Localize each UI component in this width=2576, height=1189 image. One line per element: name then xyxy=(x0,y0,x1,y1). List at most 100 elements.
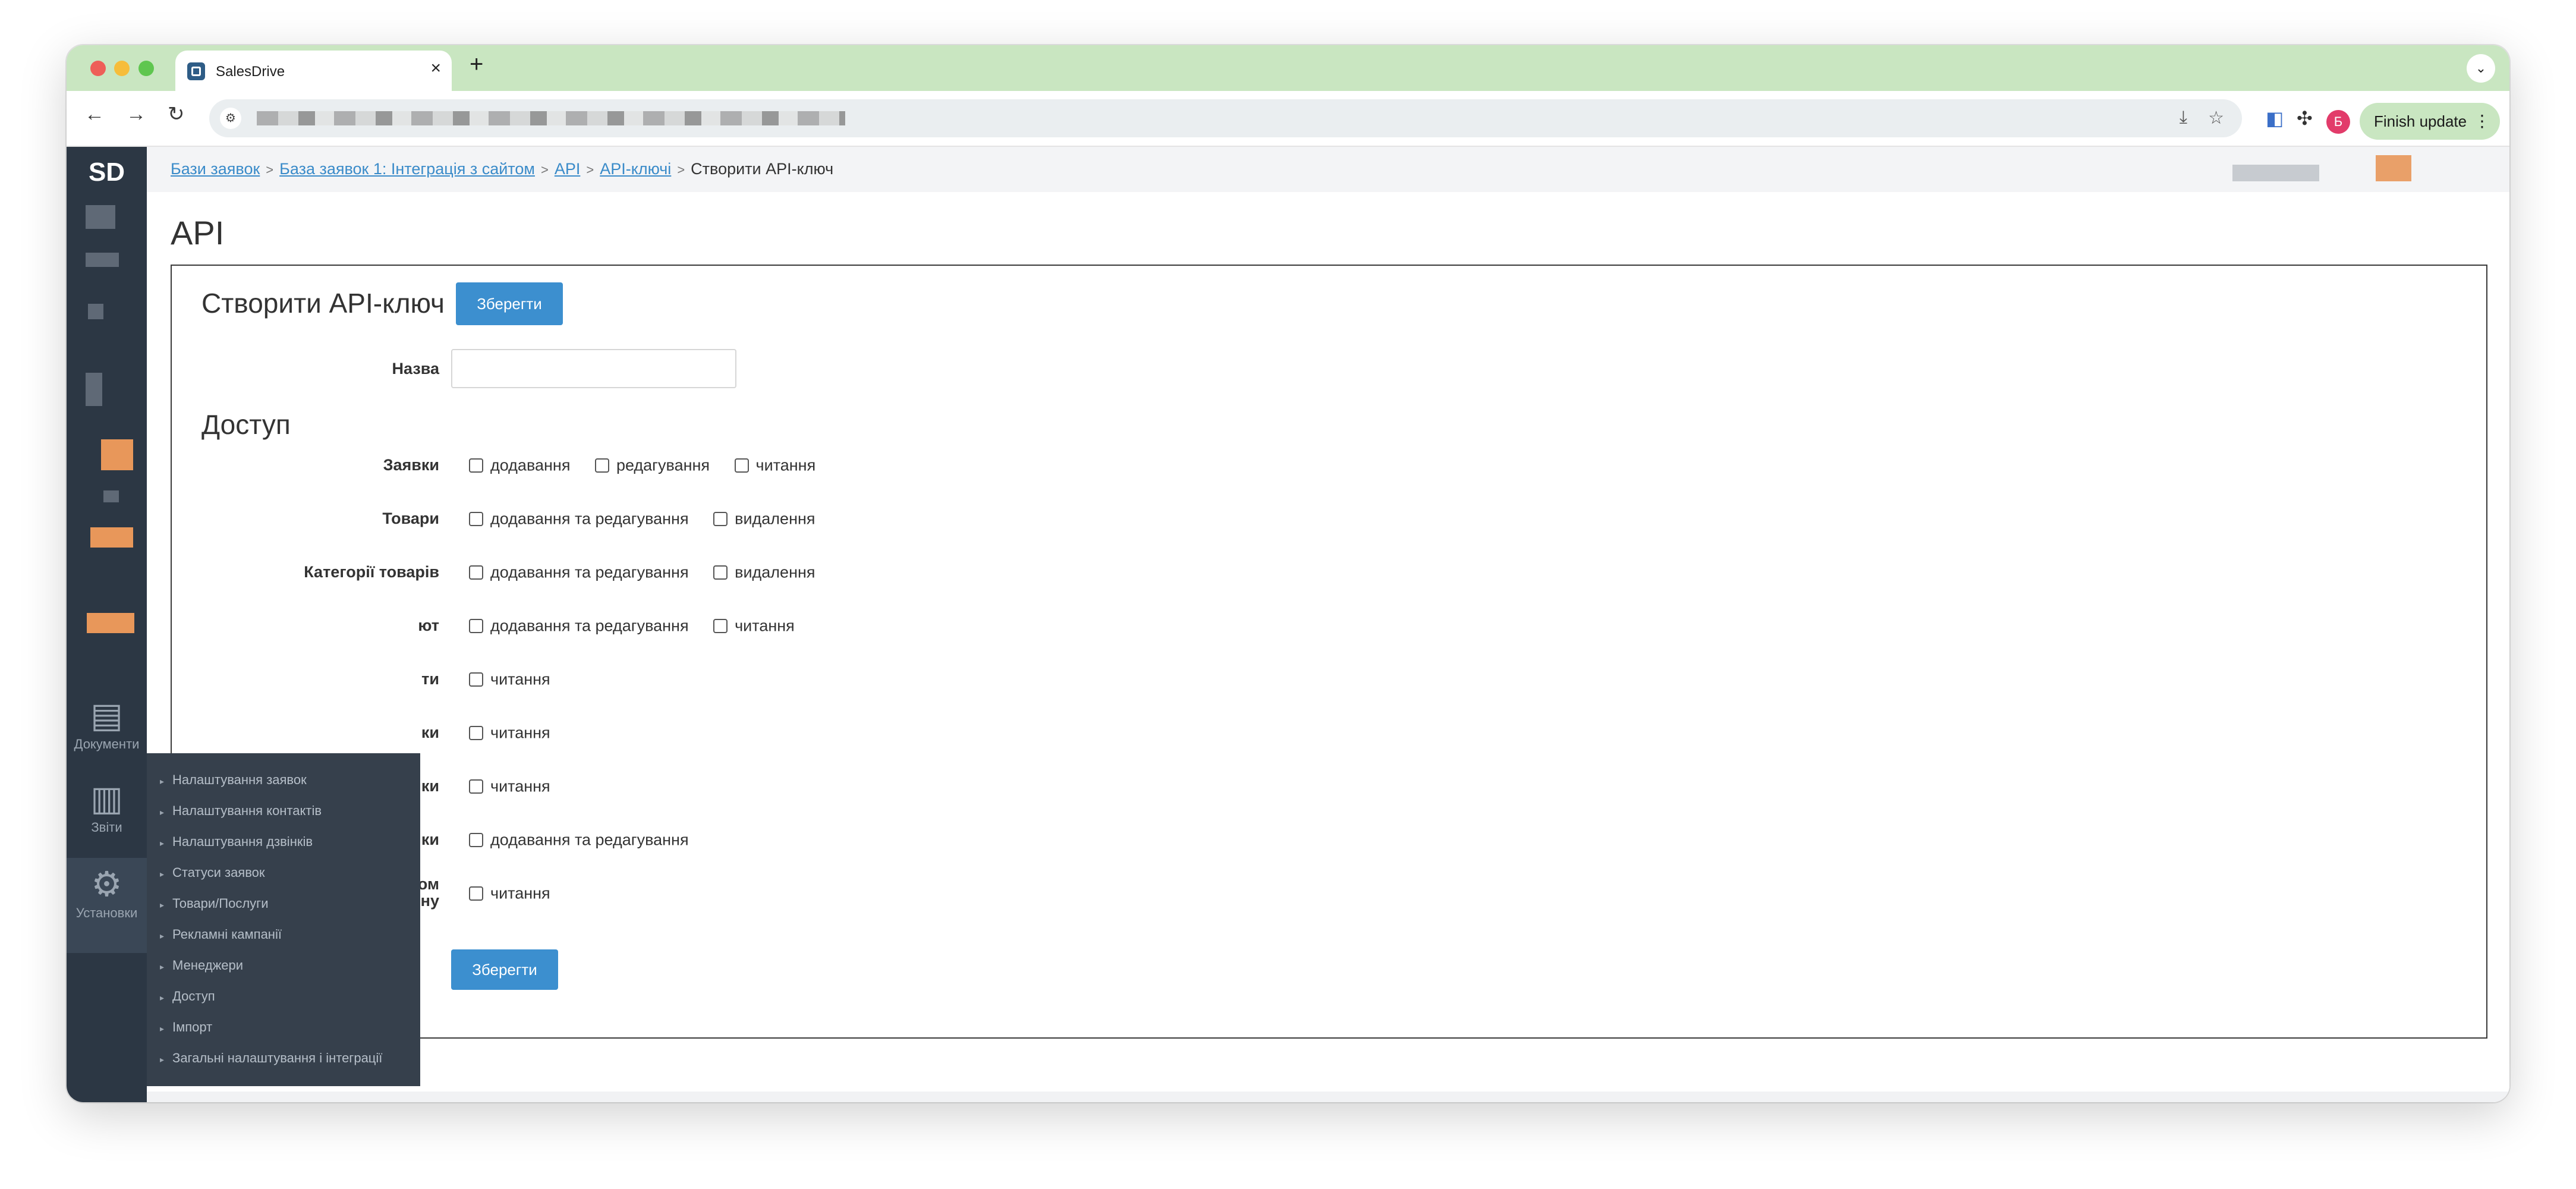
permission-option[interactable]: видалення xyxy=(713,562,815,581)
translate-extension-icon[interactable]: ◧ xyxy=(2266,107,2284,130)
header-redacted-user[interactable] xyxy=(2232,165,2319,181)
permission-label-orders: Заявки xyxy=(383,456,439,474)
flyout-item-managers[interactable]: ▸ Менеджери xyxy=(160,958,243,973)
tab-close-icon[interactable]: × xyxy=(430,59,441,77)
checkbox[interactable] xyxy=(469,618,483,633)
checkbox[interactable] xyxy=(713,618,728,633)
api-key-form-panel: Створити API-ключ Зберегти Назва Доступ … xyxy=(171,265,2487,1039)
bookmark-star-icon[interactable]: ☆ xyxy=(2208,108,2224,128)
site-info-icon[interactable]: ⚙ xyxy=(220,108,241,129)
breadcrumb-link[interactable]: Бази заявок xyxy=(171,160,260,178)
finish-update-label: Finish update xyxy=(2374,112,2467,130)
checkbox[interactable] xyxy=(469,511,483,526)
permission-option[interactable]: додавання та редагування xyxy=(469,830,689,849)
browser-toolbar: ← → ↻ ⚙ ⤓ ☆ ◧ ✣ Б Finish update ⋮ xyxy=(67,91,2509,147)
page-footer-strip xyxy=(147,1092,2509,1102)
checkbox[interactable] xyxy=(469,458,483,473)
maximize-window-button[interactable] xyxy=(138,61,154,76)
sidebar-redacted-icon[interactable] xyxy=(87,613,134,633)
checkbox[interactable] xyxy=(594,458,609,473)
permission-option[interactable]: читання xyxy=(713,616,795,635)
app-logo[interactable]: SD xyxy=(67,158,147,187)
breadcrumb-link[interactable]: API-ключі xyxy=(600,160,671,178)
bullet-arrow-icon: ▸ xyxy=(160,1055,165,1064)
sidebar-item-settings[interactable]: ⚙ Установки xyxy=(67,858,147,953)
bullet-arrow-icon: ▸ xyxy=(160,931,165,940)
permission-option[interactable]: додавання та редагування xyxy=(469,509,689,528)
save-button-bottom[interactable]: Зберегти xyxy=(451,949,558,990)
forward-button[interactable]: → xyxy=(126,104,146,124)
checkbox[interactable] xyxy=(469,672,483,687)
permission-option[interactable]: читання xyxy=(469,883,550,902)
permission-row: додавання та редагування читання xyxy=(469,615,815,635)
browser-window: SalesDrive × + ⌄ ← → ↻ ⚙ ⤓ ☆ ◧ ✣ Б Finis… xyxy=(67,45,2509,1102)
permission-row: додавання та редагування xyxy=(469,829,709,849)
sidebar-redacted-icon[interactable] xyxy=(101,439,133,470)
close-window-button[interactable] xyxy=(90,61,106,76)
new-tab-button[interactable]: + xyxy=(470,52,483,76)
permission-option[interactable]: читання xyxy=(469,669,550,688)
url-text-redacted xyxy=(257,111,845,125)
sidebar-redacted-icon[interactable] xyxy=(88,304,103,319)
flyout-item-import[interactable]: ▸ Імпорт xyxy=(160,1020,212,1035)
sidebar-redacted-icon[interactable] xyxy=(86,253,119,267)
checkbox[interactable] xyxy=(469,779,483,794)
permission-option[interactable]: видалення xyxy=(713,509,815,528)
more-menu-icon: ⋮ xyxy=(2474,112,2490,130)
checkbox[interactable] xyxy=(469,725,483,740)
header-redacted-badge[interactable] xyxy=(2376,155,2411,181)
permission-option[interactable]: читання xyxy=(734,455,815,474)
flyout-item-order-statuses[interactable]: ▸ Статуси заявок xyxy=(160,865,265,880)
permission-option[interactable]: додавання та редагування xyxy=(469,562,689,581)
sidebar-redacted-icon[interactable] xyxy=(103,490,119,502)
name-input[interactable] xyxy=(451,349,736,388)
flyout-item-products-services[interactable]: ▸ Товари/Послуги xyxy=(160,896,269,911)
finish-update-button[interactable]: Finish update ⋮ xyxy=(2360,103,2500,140)
browser-tab[interactable]: SalesDrive × xyxy=(175,51,452,91)
settings-flyout-menu: ▸ Налаштування заявок ▸ Налаштування конта… xyxy=(147,753,420,1086)
breadcrumb-link[interactable]: API xyxy=(555,160,581,178)
profile-avatar[interactable]: Б xyxy=(2326,110,2350,134)
checkbox[interactable] xyxy=(469,832,483,847)
main-content: Бази заявок > База заявок 1: Інтеграція з … xyxy=(147,147,2509,1102)
name-label: Назва xyxy=(392,360,439,378)
minimize-window-button[interactable] xyxy=(114,61,130,76)
sidebar-item-reports[interactable]: ▥ Звіти xyxy=(67,778,147,835)
permission-option[interactable]: читання xyxy=(469,723,550,742)
bullet-arrow-icon: ▸ xyxy=(160,1024,165,1033)
sidebar-redacted-icon[interactable] xyxy=(86,373,102,406)
sidebar-item-documents[interactable]: ▤ Документи xyxy=(67,695,147,752)
install-app-icon[interactable]: ⤓ xyxy=(2180,108,2187,128)
breadcrumb-link[interactable]: База заявок 1: Інтеграція з сайтом xyxy=(279,160,535,178)
checkbox[interactable] xyxy=(713,565,728,580)
checkbox[interactable] xyxy=(734,458,749,473)
flyout-item-access[interactable]: ▸ Доступ xyxy=(160,989,215,1004)
bullet-arrow-icon: ▸ xyxy=(160,993,165,1002)
tab-title: SalesDrive xyxy=(216,64,285,80)
checkbox[interactable] xyxy=(713,511,728,526)
permission-row: читання xyxy=(469,669,571,688)
sidebar-redacted-icon[interactable] xyxy=(86,205,115,229)
flyout-item-call-settings[interactable]: ▸ Налаштування дзвінків xyxy=(160,834,313,850)
permission-label-partial: ют xyxy=(418,616,439,634)
reload-button[interactable]: ↻ xyxy=(168,104,185,124)
address-bar[interactable]: ⚙ ⤓ ☆ xyxy=(209,99,2242,137)
sidebar-redacted-icon[interactable] xyxy=(90,527,133,548)
extensions-puzzle-icon[interactable]: ✣ xyxy=(2297,107,2313,130)
permission-option[interactable]: додавання xyxy=(469,455,570,474)
bullet-arrow-icon: ▸ xyxy=(160,900,165,910)
back-button[interactable]: ← xyxy=(84,104,105,124)
permission-row-orders: додавання редагування читання xyxy=(469,455,836,474)
permission-option[interactable]: читання xyxy=(469,776,550,795)
permission-option[interactable]: додавання та редагування xyxy=(469,616,689,635)
flyout-item-order-settings[interactable]: ▸ Налаштування заявок xyxy=(160,772,307,788)
checkbox[interactable] xyxy=(469,886,483,901)
flyout-item-contact-settings[interactable]: ▸ Налаштування контактів xyxy=(160,803,322,819)
permission-row: читання xyxy=(469,776,571,795)
flyout-item-general-settings[interactable]: ▸ Загальні налаштування і інтеграції xyxy=(160,1050,382,1066)
save-button-top[interactable]: Зберегти xyxy=(456,282,563,325)
checkbox[interactable] xyxy=(469,565,483,580)
tab-search-button[interactable]: ⌄ xyxy=(2467,54,2495,83)
permission-option[interactable]: редагування xyxy=(594,455,710,474)
flyout-item-ad-campaigns[interactable]: ▸ Рекламні кампанії xyxy=(160,927,282,942)
